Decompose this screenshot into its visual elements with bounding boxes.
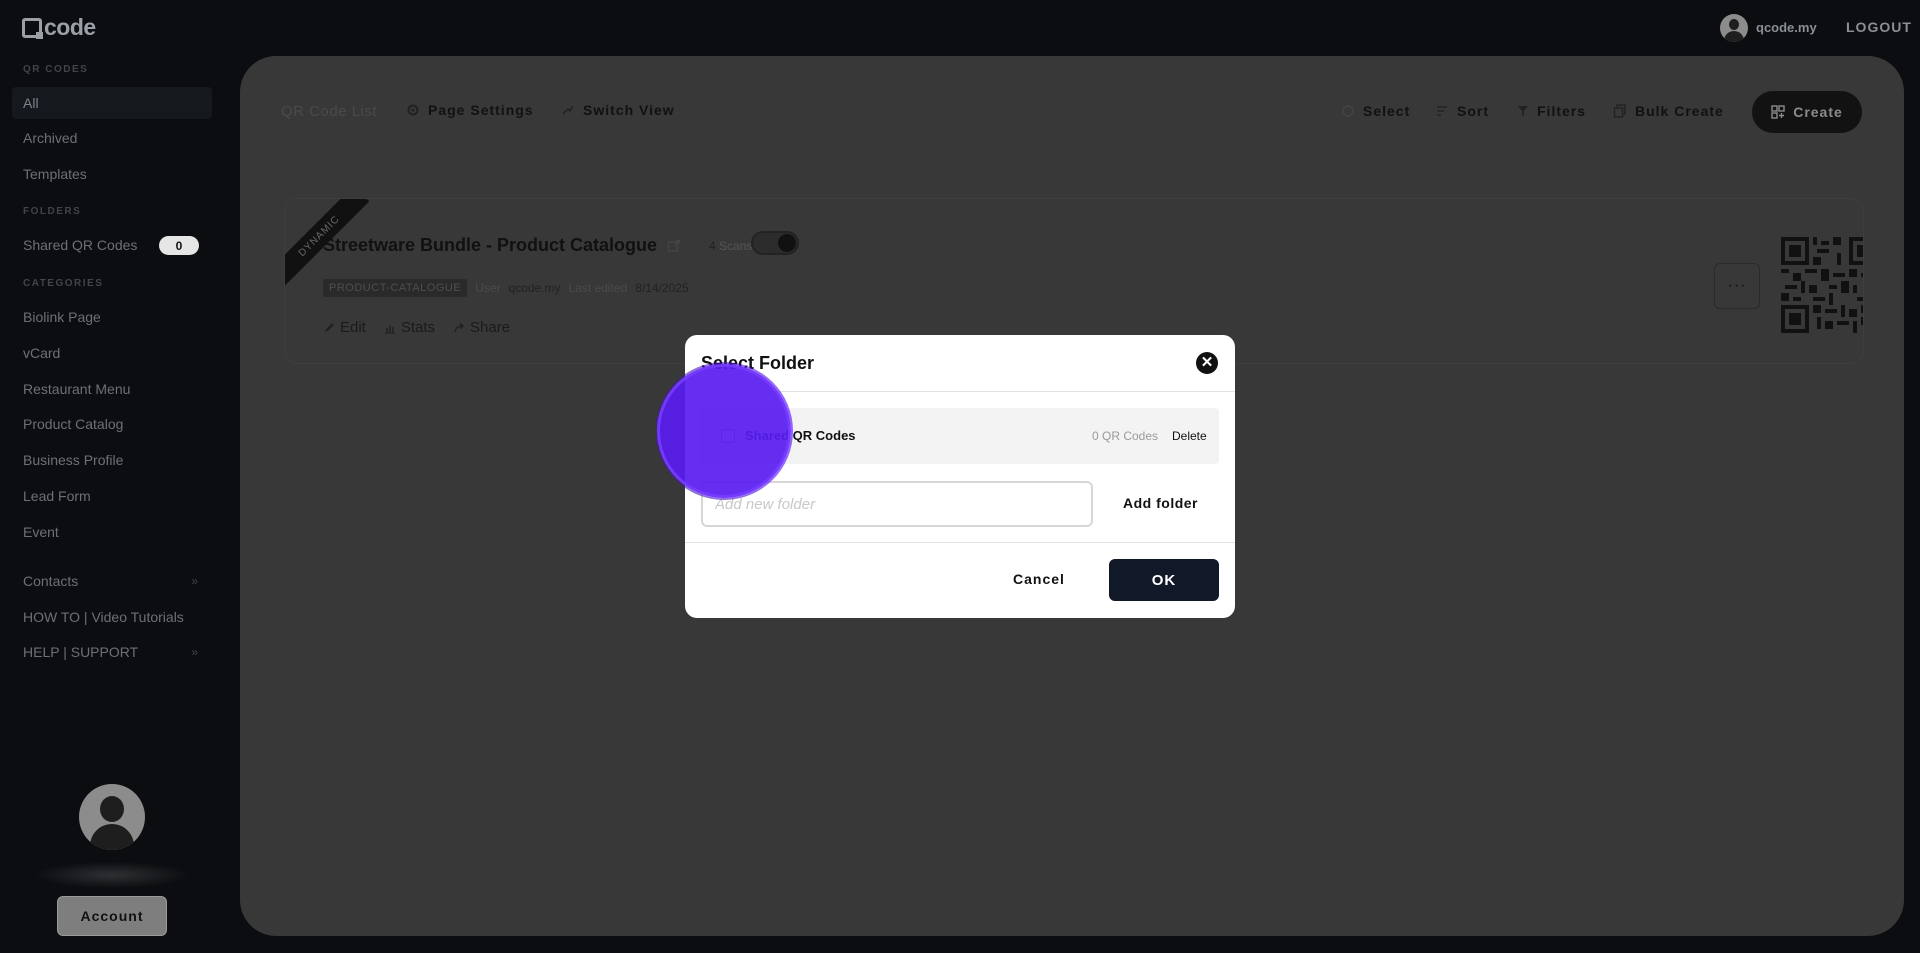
folder-qr-count: 0 QR Codes — [1092, 429, 1159, 443]
ok-button[interactable]: OK — [1109, 559, 1219, 601]
cancel-button[interactable]: Cancel — [1013, 571, 1065, 587]
modal-divider — [685, 542, 1235, 543]
folder-delete-button[interactable]: Delete — [1172, 429, 1207, 443]
new-folder-input[interactable] — [701, 481, 1093, 527]
add-folder-button[interactable]: Add folder — [1123, 495, 1198, 511]
click-indicator — [657, 364, 791, 498]
close-icon[interactable]: ✕ — [1196, 352, 1218, 374]
